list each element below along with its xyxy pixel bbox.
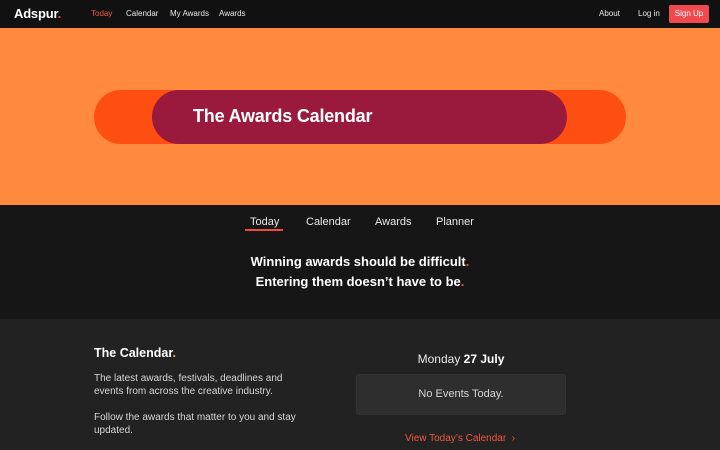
nav-about[interactable]: About	[599, 9, 620, 18]
tab-planner[interactable]: Planner	[436, 216, 474, 228]
hero-banner: The Awards Calendar	[0, 28, 720, 205]
chevron-right-icon: ›	[511, 433, 516, 444]
events-panel: No Events Today.	[356, 374, 566, 415]
calendar-description: The latest awards, festivals, deadlines …	[94, 373, 283, 397]
calendar-section: The Calendar. The latest awards, festiva…	[0, 319, 720, 450]
nav-today[interactable]: Today	[91, 9, 112, 18]
nav-awards[interactable]: Awards	[219, 9, 246, 18]
login-link[interactable]: Log in	[638, 9, 660, 18]
tab-today[interactable]: Today	[250, 216, 279, 228]
tagline-line-1: Winning awards should be difficult.	[250, 254, 470, 269]
logo[interactable]: Adspur.	[14, 6, 61, 21]
calendar-heading: The Calendar.	[94, 346, 176, 360]
tabs-section: Today Calendar Awards Planner Winning aw…	[0, 205, 720, 319]
tab-awards[interactable]: Awards	[375, 216, 411, 228]
signup-button[interactable]: Sign Up	[669, 5, 709, 23]
view-today-calendar-link[interactable]: View Today’s Calendar ›	[405, 433, 515, 444]
tagline-line-2: Entering them doesn’t have to be.	[255, 274, 465, 289]
active-tab-indicator	[245, 229, 283, 231]
nav-my-awards[interactable]: My Awards	[170, 9, 209, 18]
nav-calendar[interactable]: Calendar	[126, 9, 158, 18]
no-events-text: No Events Today.	[418, 388, 504, 400]
tab-calendar[interactable]: Calendar	[306, 216, 351, 228]
logo-dot: .	[57, 6, 62, 21]
today-date: Monday 27 July	[417, 352, 505, 366]
top-nav: Adspur. Today Calendar My Awards Awards …	[0, 0, 720, 28]
calendar-follow-text: Follow the awards that matter to you and…	[94, 412, 296, 436]
hero-title: The Awards Calendar	[193, 106, 373, 126]
